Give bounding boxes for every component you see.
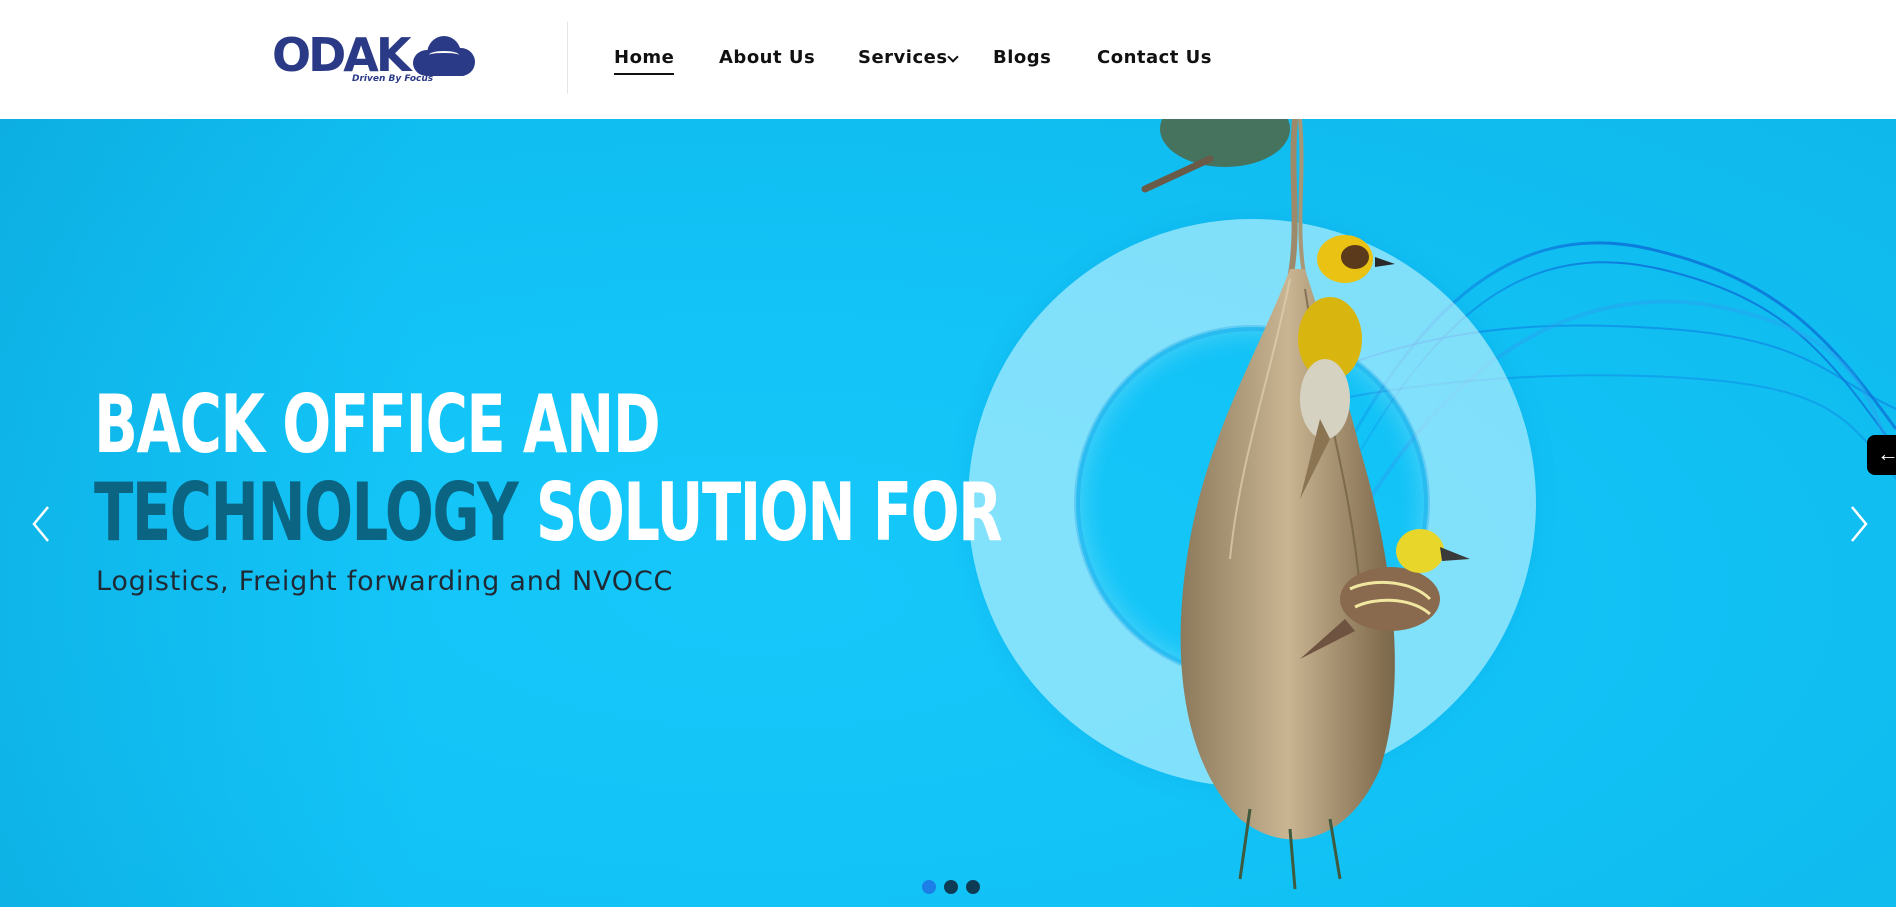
nav-item-services[interactable]: Services — [858, 46, 948, 70]
logo-tagline: Driven By Focus — [352, 74, 434, 84]
slider-pagination — [922, 880, 980, 894]
chevron-left-icon — [32, 506, 49, 542]
slider-dot-2[interactable] — [944, 880, 958, 894]
arrow-left-icon: ← — [1877, 441, 1896, 466]
nav-item-contact-us[interactable]: Contact Us — [1097, 46, 1212, 70]
chevron-right-icon — [1851, 506, 1868, 542]
site-header: ODAK Driven By Focus Home About Us Servi… — [0, 0, 1896, 119]
hero-heading-line2-rest: SOLUTION FOR — [535, 466, 1003, 559]
slider-dot-3[interactable] — [966, 880, 980, 894]
hero-heading-highlight: TECHNOLOGY — [94, 466, 519, 559]
hero-heading-line1: BACK OFFICE AND — [94, 378, 661, 471]
logo-wordmark: ODAK — [272, 28, 412, 82]
hero-subtitle: Logistics, Freight forwarding and NVOCC — [96, 566, 674, 597]
slider-prev-button[interactable] — [22, 499, 58, 549]
hero-slider: BACK OFFICE AND TECHNOLOGY SOLUTION FOR … — [0, 119, 1896, 907]
slider-dot-1[interactable] — [922, 880, 936, 894]
plane-icon — [428, 51, 459, 59]
hero-heading-line2: TECHNOLOGY SOLUTION FOR — [94, 466, 1003, 559]
odak-logo[interactable]: ODAK Driven By Focus — [272, 30, 484, 88]
nav-item-home[interactable]: Home — [614, 46, 675, 75]
side-drawer-toggle[interactable]: ← — [1867, 435, 1896, 475]
header-divider — [567, 22, 568, 94]
nav-item-about-us[interactable]: About Us — [719, 46, 815, 70]
chevron-down-icon[interactable] — [947, 51, 959, 63]
slider-next-button[interactable] — [1842, 499, 1878, 549]
nav-item-blogs[interactable]: Blogs — [993, 46, 1051, 70]
cloud-icon — [412, 34, 475, 78]
hero-heading: BACK OFFICE AND TECHNOLOGY SOLUTION FOR — [94, 381, 1354, 557]
